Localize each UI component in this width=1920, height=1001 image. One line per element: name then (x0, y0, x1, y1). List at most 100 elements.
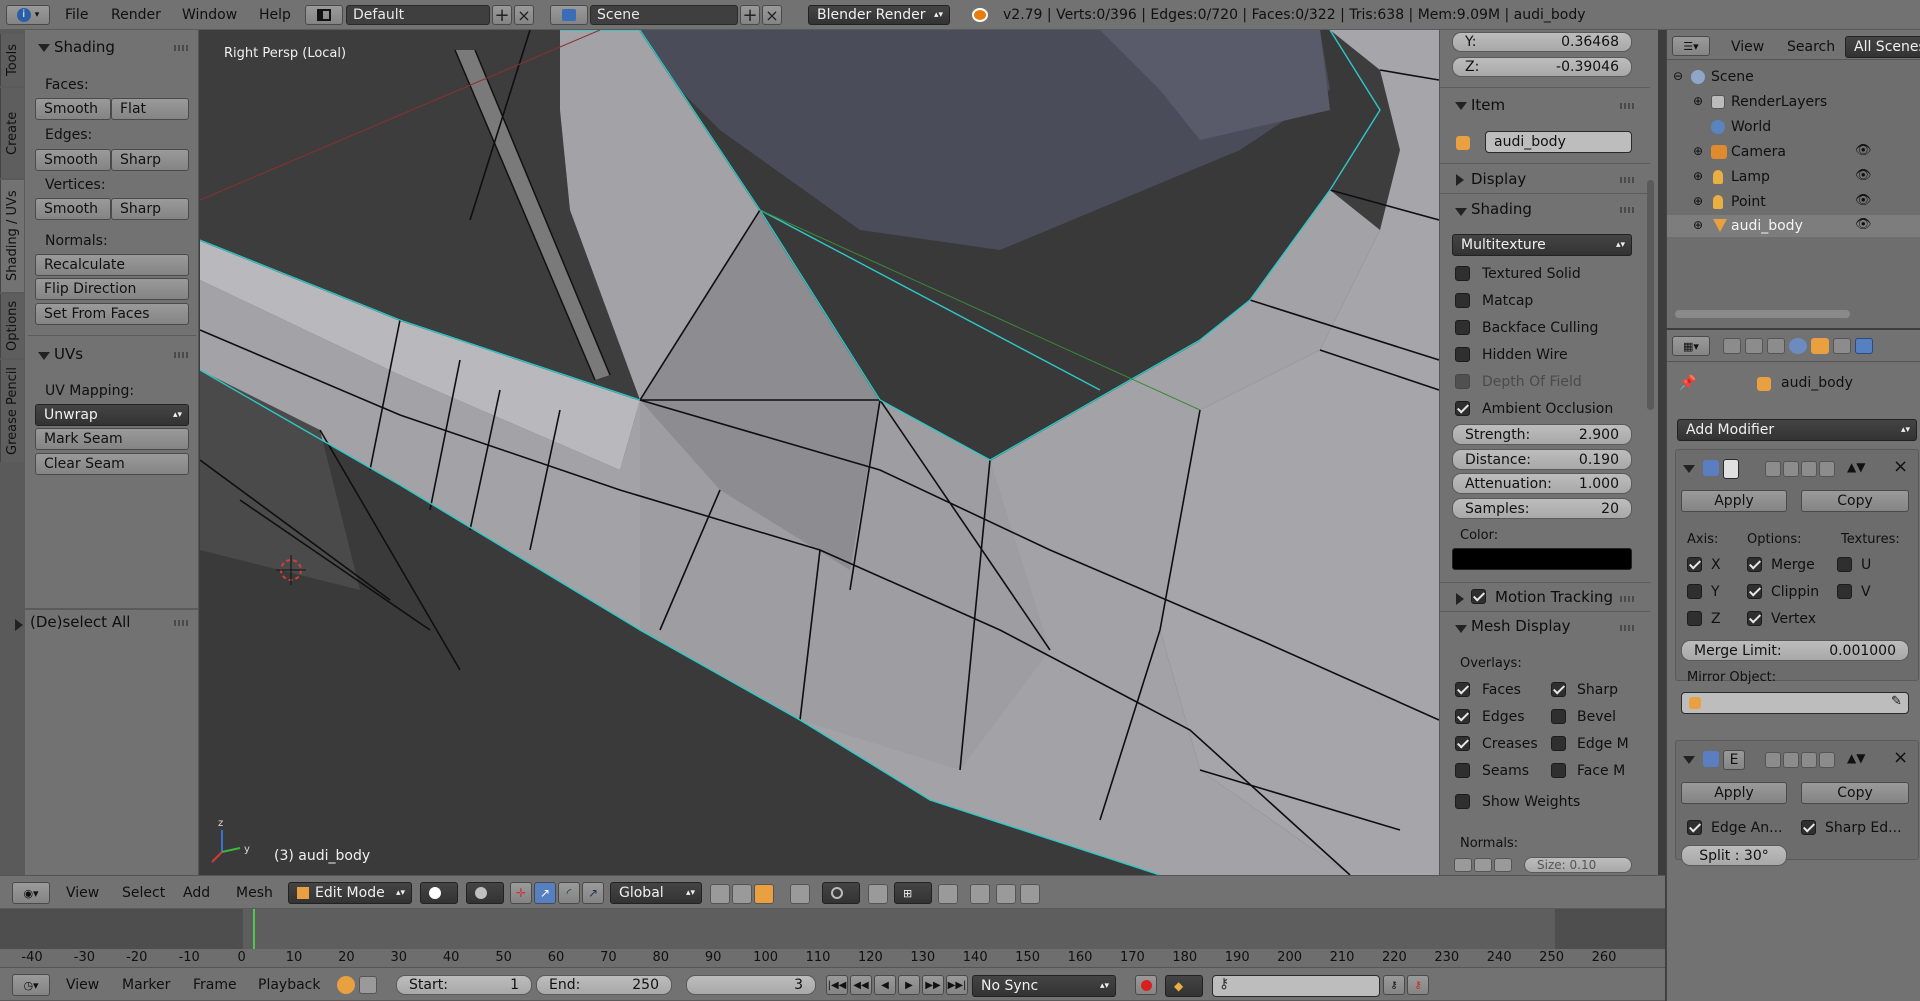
hidden-wire-label[interactable]: Hidden Wire (1482, 347, 1568, 363)
outliner-item-point[interactable]: Point (1731, 194, 1766, 210)
delete-keyframe-button[interactable]: ⚷ (1407, 975, 1429, 995)
scene-icon-button[interactable] (550, 5, 588, 25)
properties-editor-button[interactable]: ▦▾ (1672, 336, 1710, 356)
menu-add[interactable]: Add (183, 885, 210, 901)
tab-create[interactable]: Create (0, 88, 24, 178)
jump-start-button[interactable]: |◀◀ (826, 975, 848, 995)
expand-icon[interactable]: ⊕ (1693, 169, 1703, 183)
preview-range-icon[interactable] (337, 976, 355, 994)
collapse-triangle-icon[interactable] (1455, 208, 1467, 216)
menu-view[interactable]: View (66, 885, 99, 901)
matcap-checkbox[interactable] (1455, 293, 1470, 308)
axis-y-label[interactable]: Y (1711, 584, 1720, 600)
viewport-3d[interactable]: z y Right Persp (Local) (3) audi_body (200, 30, 1439, 875)
render-icon[interactable] (970, 884, 990, 904)
face-select-icon[interactable] (754, 884, 774, 904)
eye-icon[interactable]: 👁 (1855, 217, 1872, 232)
outliner-item-lamp[interactable]: Lamp (1731, 169, 1770, 185)
vertex-select-icon[interactable] (710, 884, 730, 904)
faces-smooth-button[interactable]: Smooth (35, 98, 111, 120)
axis-z-label[interactable]: Z (1711, 611, 1721, 627)
expand-triangle-icon[interactable] (1456, 174, 1464, 186)
overlay-sharp-checkbox[interactable] (1551, 682, 1566, 697)
panel-title-mesh-display[interactable]: Mesh Display (1471, 617, 1571, 635)
collapse-triangle-icon[interactable] (1455, 625, 1467, 633)
world-tab-icon[interactable] (1789, 338, 1807, 354)
keying-set-field[interactable]: ⚷ (1212, 975, 1380, 997)
loop-normals-icon[interactable] (1474, 858, 1492, 872)
ao-color-swatch[interactable] (1452, 548, 1632, 570)
remove-scene-button[interactable]: × (762, 5, 782, 25)
mirror-modifier-name[interactable] (1723, 459, 1739, 479)
overlay-faces-checkbox[interactable] (1455, 682, 1470, 697)
expand-triangle-icon[interactable] (15, 619, 23, 631)
unwrap-dropdown[interactable]: Unwrap ▴▾ (35, 404, 189, 426)
overlay-face-marks-checkbox[interactable] (1551, 763, 1566, 778)
panel-title-display[interactable]: Display (1471, 170, 1526, 188)
texture-u-checkbox[interactable] (1837, 557, 1852, 572)
properties-scrollbar[interactable] (1647, 180, 1654, 410)
depth-of-field-label[interactable]: Depth Of Field (1482, 374, 1582, 390)
overlay-bevel-checkbox[interactable] (1551, 709, 1566, 724)
jump-end-button[interactable]: ▶▶| (946, 975, 968, 995)
panel-grip-icon[interactable] (1620, 596, 1634, 602)
overlay-faces-label[interactable]: Faces (1482, 682, 1521, 698)
backface-culling-label[interactable]: Backface Culling (1482, 320, 1598, 336)
eye-icon[interactable]: 👁 (1855, 193, 1872, 208)
panel-title-shading[interactable]: Shading (54, 38, 115, 56)
vertex-groups-checkbox[interactable] (1747, 611, 1762, 626)
edge-angle-checkbox[interactable] (1687, 820, 1702, 835)
menu-playback[interactable]: Playback (258, 977, 320, 993)
edit-mode-toggle-icon[interactable] (1801, 752, 1817, 768)
panel-grip-icon[interactable] (1620, 207, 1634, 213)
menu-mesh[interactable]: Mesh (236, 885, 273, 901)
menu-view[interactable]: View (66, 977, 99, 993)
tab-options[interactable]: Options (0, 294, 24, 358)
move-up-icon[interactable]: ▲▼ (1847, 460, 1865, 474)
overlay-edge-marks-checkbox[interactable] (1551, 736, 1566, 751)
expand-icon[interactable]: ⊕ (1693, 94, 1703, 108)
overlay-sharp-label[interactable]: Sharp (1577, 682, 1618, 698)
eyedropper-icon[interactable]: ✎ (1891, 694, 1902, 709)
outliner-scrollbar[interactable] (1675, 310, 1850, 318)
mirror-copy-button[interactable]: Copy (1801, 490, 1909, 512)
panel-grip-icon[interactable] (174, 45, 188, 51)
close-icon[interactable]: × (1893, 747, 1908, 768)
axis-y-checkbox[interactable] (1687, 584, 1702, 599)
jump-keyframe-forward-button[interactable]: ▶▶ (922, 975, 944, 995)
collapse-triangle-icon[interactable] (38, 352, 50, 360)
overlay-edges-label[interactable]: Edges (1482, 709, 1525, 725)
expand-icon[interactable]: ⊕ (1693, 144, 1703, 158)
modifiers-tab-icon[interactable] (1855, 338, 1873, 354)
vertex-groups-label[interactable]: Vertex (1771, 611, 1816, 627)
edgesplit-copy-button[interactable]: Copy (1801, 782, 1909, 804)
add-scene-button[interactable]: + (740, 5, 760, 26)
textured-solid-checkbox[interactable] (1455, 266, 1470, 281)
split-angle-field[interactable]: Split : 30° (1681, 845, 1787, 866)
play-button[interactable]: ▶ (898, 975, 920, 995)
tab-grease-pencil[interactable]: Grease Pencil (0, 360, 24, 462)
snap-icon[interactable] (868, 884, 888, 904)
hidden-wire-checkbox[interactable] (1455, 347, 1470, 362)
lock-icon[interactable] (359, 976, 377, 994)
panel-title-uvs[interactable]: UVs (54, 345, 83, 363)
transform-orientation-dropdown[interactable]: Global ▴▾ (610, 882, 702, 904)
face-normals-icon[interactable] (1494, 858, 1512, 872)
layers-tab-icon[interactable] (1745, 338, 1763, 354)
depth-of-field-checkbox[interactable] (1455, 374, 1470, 389)
show-weights-label[interactable]: Show Weights (1482, 794, 1580, 810)
render-animation-icon[interactable] (996, 884, 1016, 904)
outliner-item-scene[interactable]: Scene (1711, 69, 1754, 85)
close-icon[interactable]: × (1893, 456, 1908, 477)
rotate-manipulator-button[interactable]: ◜ (558, 882, 580, 904)
editor-type-button[interactable]: i ▾ (6, 5, 50, 25)
tab-tools[interactable]: Tools (0, 34, 24, 86)
sharp-edges-label[interactable]: Sharp Ed... (1825, 820, 1902, 836)
menu-select[interactable]: Select (122, 885, 165, 901)
overlay-edge-marks-label[interactable]: Edge M (1577, 736, 1629, 752)
record-button[interactable] (1135, 975, 1157, 995)
expand-icon[interactable]: ⊖ (1673, 69, 1683, 83)
edit-mode-toggle-icon[interactable] (1801, 461, 1817, 477)
cage-toggle-icon[interactable] (1819, 752, 1835, 768)
current-frame-field[interactable]: 3 (686, 975, 816, 995)
